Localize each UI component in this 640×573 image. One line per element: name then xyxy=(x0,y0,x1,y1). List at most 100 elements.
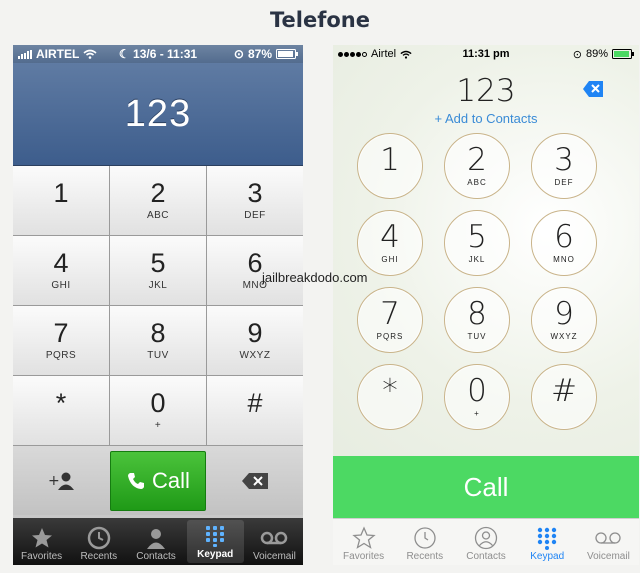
battery-icon xyxy=(276,49,298,59)
tab-label: Recents xyxy=(80,551,118,562)
call-label: Call xyxy=(152,467,190,493)
tab-voicemail[interactable]: Voicemail xyxy=(578,519,639,565)
key-letters: PQRS xyxy=(376,331,404,341)
key-4[interactable]: 4 GHI xyxy=(13,236,109,305)
key-digit: # xyxy=(247,388,263,418)
key-digit: 2 xyxy=(150,178,166,208)
tab-label: Keypad xyxy=(530,551,565,562)
key-letters: JKL xyxy=(468,254,486,264)
clock-icon xyxy=(414,527,436,549)
watermark-text: jailbreakdodo.com xyxy=(262,270,368,285)
phone-icon xyxy=(128,472,145,489)
key-letters: WXYZ xyxy=(550,331,578,341)
battery-icon xyxy=(612,49,634,59)
key-letters: DEF xyxy=(554,177,574,187)
key-digit: 9 xyxy=(554,295,574,332)
key-8[interactable]: 8 TUV xyxy=(444,287,510,353)
key-hash[interactable]: # xyxy=(531,364,597,430)
ios7-call-button[interactable]: Call xyxy=(333,456,639,518)
key-9[interactable]: 9 WXYZ xyxy=(207,306,303,375)
tab-keypad[interactable]: Keypad xyxy=(517,519,578,565)
add-person-icon: + xyxy=(48,472,74,490)
key-0[interactable]: 0 + xyxy=(444,364,510,430)
key-digit: 0 xyxy=(467,372,487,409)
key-digit: 4 xyxy=(53,248,69,278)
key-letters: TUV xyxy=(467,331,487,341)
key-letters: WXYZ xyxy=(239,350,271,361)
key-digit: 9 xyxy=(247,318,263,348)
backspace-icon xyxy=(241,472,268,489)
delete-button[interactable] xyxy=(206,472,303,490)
key-2[interactable]: 2 ABC xyxy=(444,133,510,199)
tab-label: Voicemail xyxy=(253,551,296,562)
tab-recents[interactable]: Recents xyxy=(70,518,127,565)
key-letters: + xyxy=(154,420,162,431)
key-letters: GHI xyxy=(381,254,399,264)
key-digit: # xyxy=(551,372,577,409)
ios7-keypad: 1 2 ABC 3 DEF 4 GHI 5 JKL 6 MNO 7 PQRS 8 TUV 9W… xyxy=(357,133,597,430)
ios7-tab-bar: Favorites Recents Contacts Keypad Voicem… xyxy=(333,518,639,565)
tab-label: Contacts xyxy=(466,551,506,562)
tab-contacts[interactable]: Contacts xyxy=(455,519,516,565)
key-star[interactable]: * xyxy=(357,364,423,430)
key-letters: DEF xyxy=(244,210,266,221)
key-letters: ABC xyxy=(467,177,487,187)
key-6[interactable]: 6 MNO xyxy=(531,210,597,276)
add-contact-button[interactable]: + xyxy=(13,471,110,491)
key-1[interactable]: 1 xyxy=(13,166,109,235)
ios7-status-bar: Airtel 11:31 pm ⊙ 89% xyxy=(333,45,639,63)
star-icon xyxy=(31,528,52,548)
keypad-icon xyxy=(538,527,557,550)
tab-label: Keypad xyxy=(197,549,234,560)
voicemail-icon xyxy=(595,532,622,544)
wifi-icon xyxy=(400,50,412,59)
key-digit: 0 xyxy=(150,388,166,418)
key-star[interactable]: * xyxy=(13,376,109,445)
key-digit: 5 xyxy=(467,218,487,255)
key-letters: + xyxy=(474,408,480,418)
key-digit: 4 xyxy=(380,218,400,255)
rotation-lock-icon: ⊙ xyxy=(572,48,582,61)
key-3[interactable]: 3 DEF xyxy=(207,166,303,235)
ios6-keypad: 1 2 ABC 3 DEF 4 GHI 5 JKL 6 MNO 7 PQRS 8 TUV 9W… xyxy=(13,166,303,445)
key-3[interactable]: 3 DEF xyxy=(531,133,597,199)
key-hash[interactable]: # xyxy=(207,376,303,445)
tab-keypad[interactable]: Keypad xyxy=(186,520,244,563)
key-4[interactable]: 4 GHI xyxy=(357,210,423,276)
key-digit: 8 xyxy=(467,295,487,332)
key-0[interactable]: 0 + xyxy=(110,376,206,445)
backspace-icon[interactable] xyxy=(582,80,604,98)
key-5[interactable]: 5 JKL xyxy=(110,236,206,305)
clock-icon xyxy=(87,526,111,550)
ios6-number-display: 123 xyxy=(13,63,303,166)
add-to-contacts-link[interactable]: + Add to Contacts xyxy=(333,111,639,126)
tab-label: Contacts xyxy=(136,551,176,562)
tab-favorites[interactable]: Favorites xyxy=(13,518,70,565)
key-letters: PQRS xyxy=(45,350,77,361)
signal-dots-icon xyxy=(338,51,367,57)
page-title: Telefone xyxy=(270,8,370,32)
key-digit: 6 xyxy=(554,218,574,255)
tab-label: Favorites xyxy=(21,551,63,562)
ios6-tab-bar: Favorites Recents Contacts Keypad Voicem… xyxy=(13,518,303,565)
tab-recents[interactable]: Recents xyxy=(394,519,455,565)
wifi-icon xyxy=(83,49,97,59)
tab-contacts[interactable]: Contacts xyxy=(127,518,184,565)
tab-favorites[interactable]: Favorites xyxy=(333,519,394,565)
key-7[interactable]: 7 PQRS xyxy=(357,287,423,353)
tab-label: Recents xyxy=(406,551,444,562)
key-5[interactable]: 5 JKL xyxy=(444,210,510,276)
key-8[interactable]: 8 TUV xyxy=(110,306,206,375)
carrier-label: AIRTEL xyxy=(36,47,80,61)
key-letters: TUV xyxy=(147,350,169,361)
key-1[interactable]: 1 xyxy=(357,133,423,199)
key-7[interactable]: 7 PQRS xyxy=(13,306,109,375)
key-2[interactable]: 2 ABC xyxy=(110,166,206,235)
person-icon xyxy=(474,526,498,550)
battery-percent: 89% xyxy=(585,48,608,60)
key-9[interactable]: 9 WXYZ xyxy=(531,287,597,353)
key-digit: 8 xyxy=(150,318,166,348)
tab-voicemail[interactable]: Voicemail xyxy=(246,518,303,565)
ios6-call-button[interactable]: Call xyxy=(110,450,206,511)
tab-label: Voicemail xyxy=(587,551,630,562)
